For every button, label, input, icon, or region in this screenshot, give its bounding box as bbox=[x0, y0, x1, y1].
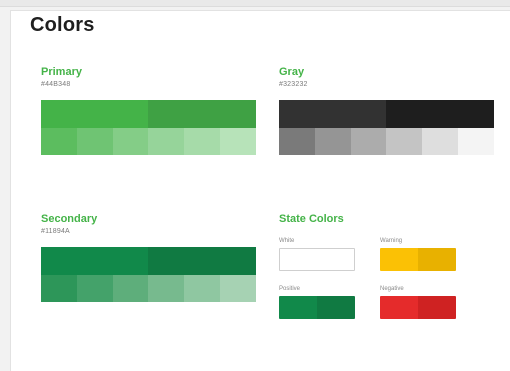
secondary-tint-row-swatch-3 bbox=[112, 275, 149, 302]
gray-main-row-swatch-1 bbox=[279, 100, 315, 128]
white-label: White bbox=[279, 238, 295, 244]
positive-swatch-swatch-2 bbox=[317, 296, 355, 319]
secondary-main-row-swatch-5 bbox=[184, 247, 221, 275]
primary-tint-row-swatch-1 bbox=[41, 128, 77, 155]
secondary-tint-row-swatch-6 bbox=[220, 275, 256, 302]
gray-tint-row-swatch-5 bbox=[422, 128, 459, 155]
gray-main-row-swatch-2 bbox=[314, 100, 351, 128]
primary-main-row bbox=[41, 100, 256, 128]
gray-main-row-swatch-4 bbox=[386, 100, 423, 128]
gray-main-row-swatch-6 bbox=[458, 100, 494, 128]
positive-swatch-swatch-1 bbox=[279, 296, 317, 319]
state-colors-title: State Colors bbox=[279, 213, 344, 225]
secondary-tint-row-swatch-1 bbox=[41, 275, 77, 302]
secondary-main-row-swatch-4 bbox=[148, 247, 185, 275]
gray-main-row-swatch-5 bbox=[422, 100, 459, 128]
gray-tint-row-swatch-3 bbox=[350, 128, 387, 155]
primary-main-row-swatch-6 bbox=[220, 100, 256, 128]
window-top-strip bbox=[0, 0, 510, 7]
secondary-tint-row bbox=[41, 275, 256, 302]
white-swatch bbox=[279, 248, 355, 271]
page-title: Colors bbox=[30, 14, 95, 36]
positive-swatch bbox=[279, 296, 355, 319]
primary-name: Primary bbox=[41, 66, 82, 78]
primary-palette: Primary #44B348 bbox=[41, 66, 256, 155]
primary-tint-row-swatch-6 bbox=[220, 128, 256, 155]
primary-tint-row-swatch-2 bbox=[76, 128, 113, 155]
secondary-tint-row-swatch-5 bbox=[184, 275, 221, 302]
primary-swatches bbox=[41, 100, 256, 155]
gray-main-row bbox=[279, 100, 494, 128]
primary-tint-row-swatch-3 bbox=[112, 128, 149, 155]
primary-main-row-swatch-2 bbox=[76, 100, 113, 128]
secondary-name: Secondary bbox=[41, 213, 98, 225]
primary-tint-row-swatch-4 bbox=[148, 128, 185, 155]
warning-swatch-swatch-1 bbox=[380, 248, 418, 271]
state-colors-section: State Colors bbox=[279, 213, 344, 226]
negative-swatch bbox=[380, 296, 456, 319]
gray-hex: #323232 bbox=[279, 81, 308, 88]
negative-swatch-swatch-1 bbox=[380, 296, 418, 319]
gray-main-row-swatch-3 bbox=[350, 100, 387, 128]
secondary-main-row bbox=[41, 247, 256, 275]
secondary-swatches bbox=[41, 247, 256, 302]
gray-name: Gray bbox=[279, 66, 305, 78]
warning-label: Warning bbox=[380, 238, 403, 244]
gray-tint-row-swatch-4 bbox=[386, 128, 423, 155]
warning-swatch bbox=[380, 248, 456, 271]
secondary-palette: Secondary #11894A bbox=[41, 213, 256, 302]
gray-tint-row-swatch-1 bbox=[279, 128, 315, 155]
primary-main-row-swatch-4 bbox=[148, 100, 185, 128]
secondary-main-row-swatch-2 bbox=[76, 247, 113, 275]
primary-hex: #44B348 bbox=[41, 81, 71, 88]
primary-main-row-swatch-3 bbox=[112, 100, 149, 128]
secondary-main-row-swatch-1 bbox=[41, 247, 77, 275]
positive-label: Positive bbox=[279, 286, 301, 292]
secondary-main-row-swatch-6 bbox=[220, 247, 256, 275]
warning-swatch-swatch-2 bbox=[418, 248, 456, 271]
secondary-main-row-swatch-3 bbox=[112, 247, 149, 275]
secondary-hex: #11894A bbox=[41, 228, 70, 235]
primary-tint-row bbox=[41, 128, 256, 155]
gray-tint-row-swatch-2 bbox=[314, 128, 351, 155]
secondary-tint-row-swatch-2 bbox=[76, 275, 113, 302]
negative-label: Negative bbox=[380, 286, 404, 292]
gray-tint-row bbox=[279, 128, 494, 155]
primary-tint-row-swatch-5 bbox=[184, 128, 221, 155]
gray-swatches bbox=[279, 100, 494, 155]
gray-palette: Gray #323232 bbox=[279, 66, 494, 155]
primary-main-row-swatch-1 bbox=[41, 100, 77, 128]
primary-main-row-swatch-5 bbox=[184, 100, 221, 128]
negative-swatch-swatch-2 bbox=[418, 296, 456, 319]
secondary-tint-row-swatch-4 bbox=[148, 275, 185, 302]
gray-tint-row-swatch-6 bbox=[458, 128, 494, 155]
